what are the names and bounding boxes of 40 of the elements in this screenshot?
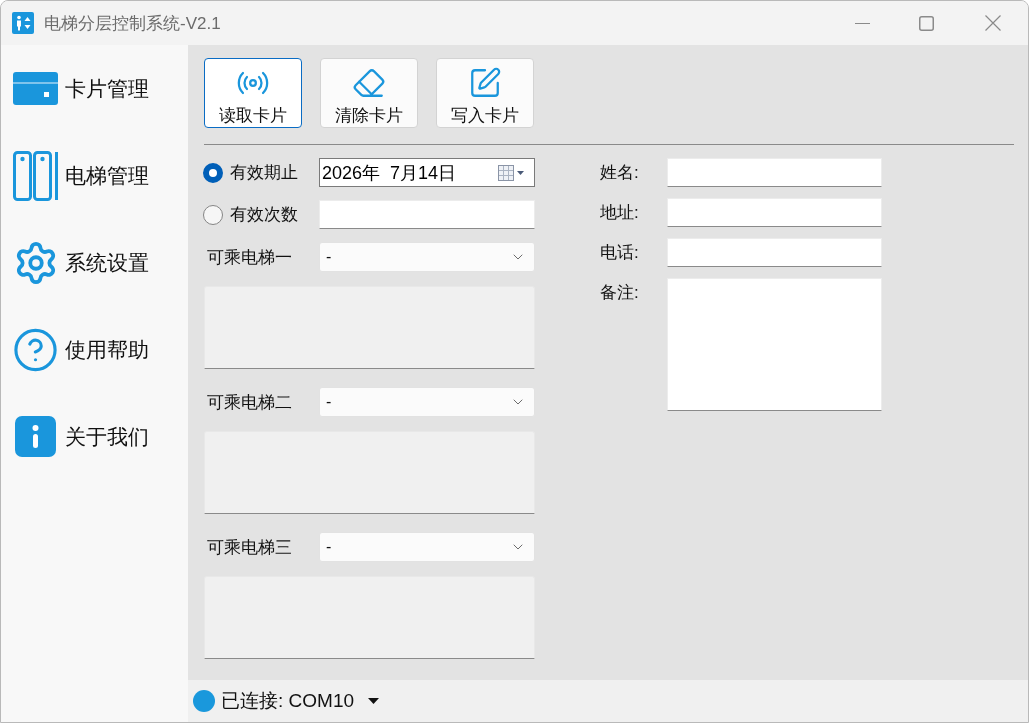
input-field[interactable] — [667, 198, 882, 227]
field-label: 电话: — [600, 242, 640, 264]
elevator-dropdown[interactable]: - — [319, 242, 535, 272]
option-label: 有效次数 — [230, 204, 298, 226]
sidebar-item[interactable]: 使用帮助 — [1, 306, 188, 393]
app-logo-icon — [12, 12, 34, 34]
input-field[interactable] — [667, 158, 882, 187]
radio-button[interactable] — [203, 162, 223, 183]
input-field[interactable] — [319, 200, 535, 229]
elevator-dropdown[interactable]: - — [319, 387, 535, 417]
sidebar-item[interactable]: 系统设置 — [1, 219, 188, 306]
minimize-icon — [854, 22, 870, 24]
maximize-icon — [918, 15, 934, 31]
field-label: 姓名: — [600, 162, 640, 184]
toolbar-button[interactable]: 写入卡片 — [436, 58, 534, 128]
radio-button[interactable] — [203, 204, 223, 225]
sidebar-item[interactable]: 关于我们 — [1, 393, 188, 480]
toolbar-button[interactable]: 读取卡片 — [204, 58, 302, 128]
date-picker[interactable]: 2026年 7月14日 — [319, 158, 535, 187]
info-icon — [15, 416, 56, 457]
caret-icon — [517, 170, 524, 175]
option-label: 有效期止 — [230, 162, 298, 184]
elevator-label: 可乘电梯三 — [206, 536, 293, 559]
elevator-label: 可乘电梯二 — [206, 391, 293, 414]
notes-field[interactable] — [667, 278, 882, 411]
caret-icon[interactable] — [368, 698, 380, 704]
calendar-icon — [498, 164, 514, 181]
sidebar-item[interactable]: 电梯管理 — [1, 132, 188, 219]
status-text: 已连接: COM10 — [221, 689, 355, 713]
elevator-label: 可乘电梯一 — [206, 246, 293, 269]
elevator-dropdown[interactable]: - — [319, 532, 535, 562]
input-field[interactable] — [667, 238, 882, 267]
elevator-icon — [12, 150, 59, 201]
field-label: 地址: — [600, 202, 640, 224]
toolbar-button[interactable]: 清除卡片 — [320, 58, 418, 128]
sidebar-item[interactable]: 卡片管理 — [1, 45, 188, 132]
close-icon — [985, 15, 1001, 31]
card-icon — [13, 72, 58, 105]
field-label: 备注: — [600, 282, 640, 304]
window-title: 电梯分层控制系统-V2.1 — [44, 12, 221, 35]
